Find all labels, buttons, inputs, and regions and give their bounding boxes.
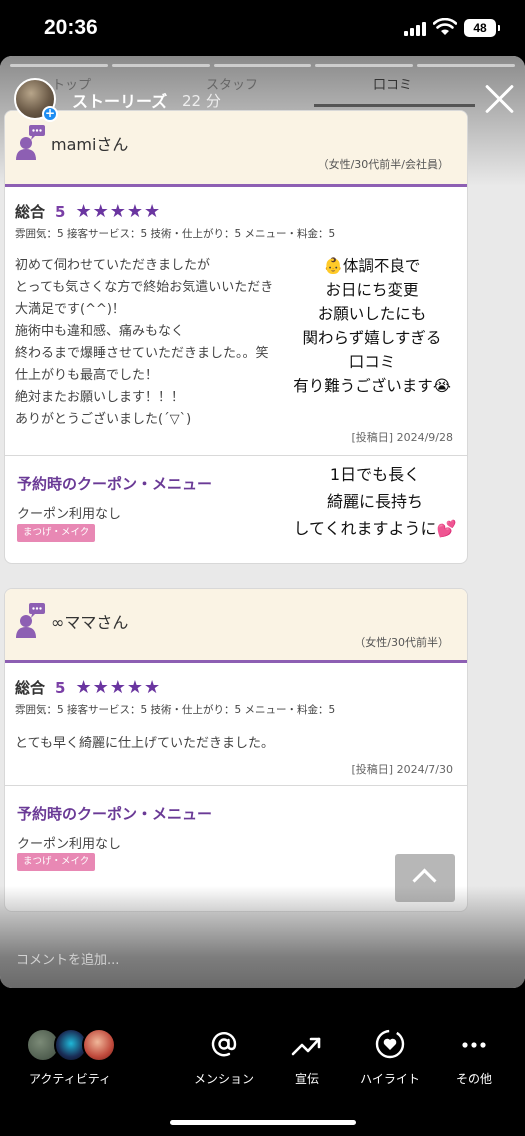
comment-input[interactable]: コメントを追加... xyxy=(16,949,119,968)
coupon-text: クーポン利用なし xyxy=(17,837,122,852)
rating-label: 総合 xyxy=(15,679,46,697)
rating-line: 総合 5 ★★★★★ xyxy=(15,201,457,222)
rating-score: 5 xyxy=(55,678,66,697)
more-label: その他 xyxy=(455,1072,492,1086)
viewer-avatar xyxy=(82,1028,116,1062)
more-icon xyxy=(462,1042,486,1048)
mention-label: メンション xyxy=(193,1072,254,1086)
reviewer-name: ∞ママさん xyxy=(51,613,129,632)
rating-label: 総合 xyxy=(15,203,46,221)
story-view[interactable]: トップ スタッフ 口コミ mamiさん （女性/30代前半/会社員） 総合 5 … xyxy=(0,56,525,988)
divider xyxy=(5,455,467,456)
category-tag: まつげ・メイク xyxy=(17,524,96,542)
story-header: + ストーリーズ 22 分 xyxy=(14,78,454,122)
reviewer-meta: （女性/30代前半） xyxy=(354,636,449,649)
highlight-label: ハイライト xyxy=(360,1072,420,1086)
star-rating-icon: ★★★★★ xyxy=(75,677,162,698)
reviewer-name: mamiさん xyxy=(51,135,129,154)
post-date: [投稿日] 2024/9/28 xyxy=(351,431,453,444)
story-overlay-text: 1日でも長く 綺麗に長持ち してくれますように💕 xyxy=(293,465,457,538)
highlight-heart-icon xyxy=(375,1029,405,1059)
story-overlay-text: 👶体調不良で お日にち変更 お願いしたにも 関わらず嬉しすぎる 口コミ 有り難う… xyxy=(293,257,451,395)
rating-score: 5 xyxy=(55,202,66,221)
story-progress xyxy=(10,64,515,67)
coupon-title: 予約時のクーポン・メニュー xyxy=(17,475,213,493)
review-header: mamiさん （女性/30代前半/会社員） xyxy=(5,111,467,187)
battery-icon: 48 xyxy=(464,19,500,37)
activity-label: アクティビティ xyxy=(29,1072,111,1086)
close-icon[interactable] xyxy=(482,82,516,116)
promote-label: 宣伝 xyxy=(294,1072,319,1086)
star-rating-icon: ★★★★★ xyxy=(75,201,162,222)
coupon-title: 予約時のクーポン・メニュー xyxy=(17,805,213,823)
review-body: 総合 5 ★★★★★ 雰囲気：5 接客サービス：5 技術・仕上がり：5 メニュー… xyxy=(5,677,467,755)
review-comment: とても早く綺麗に仕上げていただきました。 xyxy=(15,736,274,751)
add-story-icon[interactable]: + xyxy=(42,106,58,122)
status-bar: 20:36 48 xyxy=(0,0,525,56)
sub-ratings: 雰囲気：5 接客サービス：5 技術・仕上がり：5 メニュー・料金：5 xyxy=(15,228,336,240)
sub-ratings: 雰囲気：5 接客サービス：5 技術・仕上がり：5 メニュー・料金：5 xyxy=(15,704,336,716)
at-icon xyxy=(211,1032,237,1057)
review-header: ∞ママさん （女性/30代前半） xyxy=(5,589,467,663)
story-username[interactable]: ストーリーズ xyxy=(72,88,167,112)
story-actions: アクティビティ メンション 宣伝 ハイライト その他 xyxy=(0,1018,525,1098)
coupon-text: クーポン利用なし xyxy=(17,507,122,522)
user-icon xyxy=(16,125,45,160)
wifi-icon xyxy=(433,18,457,35)
story-time: 22 分 xyxy=(182,92,221,110)
trend-icon xyxy=(291,1037,321,1056)
category-tag: まつげ・メイク xyxy=(17,853,96,871)
rating-line: 総合 5 ★★★★★ xyxy=(15,677,457,698)
reviewer-meta: （女性/30代前半/会社員） xyxy=(317,158,449,171)
home-indicator xyxy=(170,1120,356,1125)
signal-icon xyxy=(404,22,428,36)
bottom-shade xyxy=(0,886,525,988)
post-date: [投稿日] 2024/7/30 xyxy=(351,763,453,776)
divider xyxy=(5,785,467,786)
status-time: 20:36 xyxy=(44,16,98,39)
user-icon xyxy=(16,603,45,638)
